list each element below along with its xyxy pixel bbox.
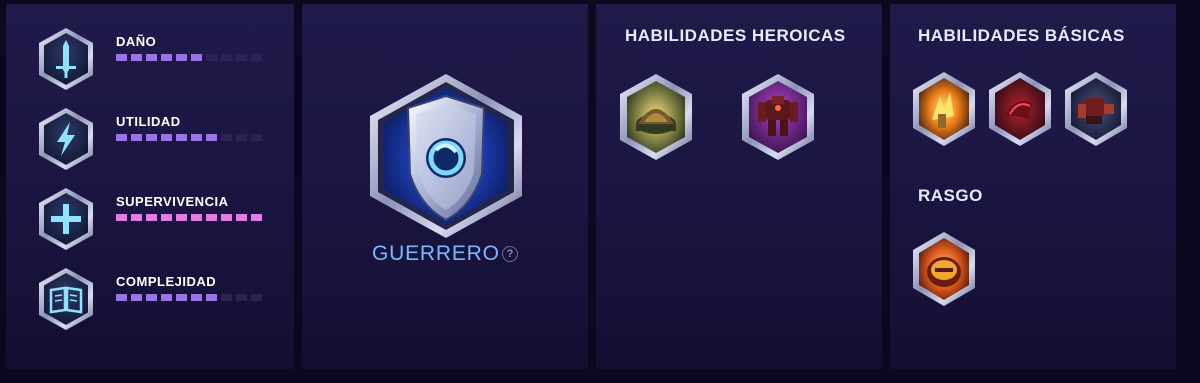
stat-bar-segment — [146, 294, 157, 301]
stat-bar-segment — [206, 134, 217, 141]
stat-bar-segment — [251, 294, 262, 301]
basic-abilities-panel: HABILIDADES BÁSICAS RASGO — [890, 4, 1176, 369]
sword-icon — [39, 28, 93, 90]
stat-bar-segment — [251, 54, 262, 61]
stat-bar-segment — [176, 294, 187, 301]
stat-bar-segment — [161, 294, 172, 301]
stat-bar-segment — [146, 134, 157, 141]
section-title-trait: RASGO — [918, 186, 983, 205]
stat-bar-segment — [206, 294, 217, 301]
stat-bar-segment — [191, 134, 202, 141]
role-help-button[interactable]: ? — [502, 246, 518, 262]
section-title-basic: HABILIDADES BÁSICAS — [918, 26, 1125, 45]
robot-mech-icon[interactable] — [740, 72, 816, 162]
book-icon — [39, 268, 93, 330]
section-title-heroic: HABILIDADES HEROICAS — [625, 26, 846, 45]
lightning-icon — [39, 108, 93, 170]
stat-bar-segment — [131, 214, 142, 221]
stat-bar-segment — [131, 134, 142, 141]
stat-bar-segment — [176, 134, 187, 141]
stat-bar-segment — [191, 294, 202, 301]
fortress-dome-icon[interactable] — [618, 72, 694, 162]
stat-bar-segment — [131, 54, 142, 61]
stat-label: UTILIDAD — [116, 114, 181, 129]
stat-bar-segment — [236, 134, 247, 141]
dash-mech-icon[interactable] — [1062, 70, 1130, 148]
stat-bar-segment — [116, 294, 127, 301]
stat-bar-segment — [191, 214, 202, 221]
plus-icon — [39, 188, 93, 250]
stat-bar-segment — [176, 54, 187, 61]
stat-bar-segment — [161, 54, 172, 61]
stat-bar-segment — [221, 134, 232, 141]
stat-bar-segment — [236, 294, 247, 301]
stat-row-complexity: COMPLEJIDAD — [36, 266, 286, 336]
stat-bar-segment — [146, 214, 157, 221]
heroic-abilities-panel: HABILIDADES HEROICAS — [596, 4, 882, 369]
explosion-icon[interactable] — [910, 70, 978, 148]
stat-bar-segment — [116, 54, 127, 61]
stat-bar — [116, 294, 266, 302]
stat-bar-segment — [146, 54, 157, 61]
stat-bar-segment — [161, 134, 172, 141]
stat-bar-segment — [176, 214, 187, 221]
stat-bar-segment — [131, 294, 142, 301]
stat-row-survival: SUPERVIVENCIA — [36, 186, 286, 256]
armor-shell-icon[interactable] — [910, 230, 978, 308]
stat-bar-segment — [221, 294, 232, 301]
stat-bar-segment — [236, 214, 247, 221]
stat-bar-segment — [161, 214, 172, 221]
warrior-shield-icon — [370, 74, 522, 238]
stat-bar-segment — [221, 214, 232, 221]
stat-bar — [116, 134, 266, 142]
role-panel: GUERRERO ? — [302, 4, 588, 369]
stat-bar-segment — [116, 214, 127, 221]
stat-label: SUPERVIVENCIA — [116, 194, 229, 209]
stat-bar-segment — [206, 54, 217, 61]
claw-strike-icon[interactable] — [986, 70, 1054, 148]
stat-label: DAÑO — [116, 34, 157, 49]
stat-bar-segment — [251, 134, 262, 141]
stat-bar — [116, 54, 266, 62]
stat-bar-segment — [221, 54, 232, 61]
stat-bar — [116, 214, 266, 222]
stat-bar-segment — [251, 214, 262, 221]
stat-row-utility: UTILIDAD — [36, 106, 286, 176]
role-name: GUERRERO — [372, 242, 500, 265]
stats-panel: DAÑO UTILIDAD SUPERVIVENCIA COMPLEJIDAD — [6, 4, 294, 369]
stat-bar-segment — [236, 54, 247, 61]
stat-bar-segment — [191, 54, 202, 61]
stat-bar-segment — [206, 214, 217, 221]
stat-row-damage: DAÑO — [36, 26, 286, 96]
stat-label: COMPLEJIDAD — [116, 274, 217, 289]
stat-bar-segment — [116, 134, 127, 141]
